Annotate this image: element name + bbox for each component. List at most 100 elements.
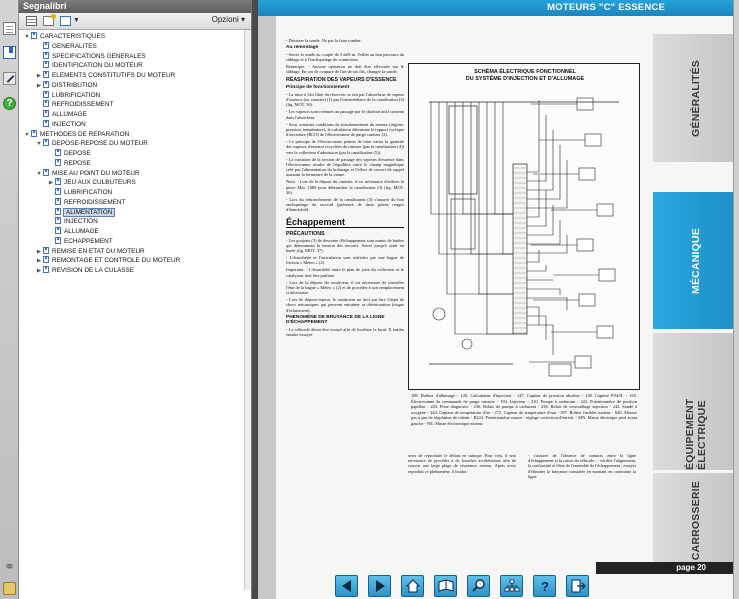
pdf-viewer-window: ? ⚭ Segnalibri ▼ Opzioni ▾ ▼ CARACTERISTI… xyxy=(0,0,739,599)
bookmark-item[interactable]: ▶ JEU AUX CULBUTEURS xyxy=(47,178,136,188)
expand-icon[interactable]: ▶ xyxy=(35,266,43,276)
bookmark-label: METHODES DE REPARATION xyxy=(40,130,130,138)
bookmark-label: CARACTERISTIQUES xyxy=(40,33,105,40)
pen-icon[interactable] xyxy=(3,72,16,85)
help-button[interactable]: ? xyxy=(533,575,556,597)
bookmark-item[interactable]: ALIMENTATION xyxy=(47,207,116,218)
expand-icon[interactable]: ▶ xyxy=(35,81,43,91)
bookmark-item[interactable]: REFROIDISSEMENT xyxy=(35,100,113,110)
expand-bookmark-icon[interactable] xyxy=(60,16,71,26)
bookmark-icon xyxy=(55,217,61,225)
wire xyxy=(527,160,568,209)
document-scrollbar[interactable] xyxy=(733,0,739,599)
section-tabs: GÉNÉRALITÉS MÉCANIQUE ÉQUIPEMENT ÉLECTRI… xyxy=(653,16,739,569)
bookmark-icon xyxy=(55,188,61,195)
body-paragraph: Important. - L'étanchéité entre le plan … xyxy=(286,267,404,278)
section-heading: RÉASPIRATION DES VAPEURS D'ESSENCE xyxy=(286,77,397,84)
bookmark-icon xyxy=(43,266,49,273)
previous-page-button[interactable] xyxy=(335,575,358,597)
expand-icon[interactable]: ▶ xyxy=(35,247,43,257)
bookmark-item[interactable]: REPOSE xyxy=(47,158,91,169)
exit-icon xyxy=(571,579,586,593)
bookmark-item[interactable]: IDENTIFICATION DU MOTEUR xyxy=(35,61,143,71)
expand-icon[interactable]: ▶ xyxy=(35,256,43,266)
collapse-icon[interactable]: ▼ xyxy=(35,139,43,149)
body-paragraph: - Le véhicule devra être essayé afin de … xyxy=(286,326,404,338)
bookmark-item[interactable]: ▶ DISTRIBUTION xyxy=(35,80,97,91)
bookmark-item[interactable]: LUBRIFICATION xyxy=(35,90,100,101)
bookmark-icon xyxy=(43,256,49,264)
chevron-down-icon[interactable]: ▼ xyxy=(73,17,80,24)
component-box xyxy=(576,97,594,111)
component-box xyxy=(596,325,614,339)
bookmark-item[interactable]: ▶ REMONTAGE ET CONTROLE DU MOTEUR xyxy=(35,256,180,266)
wire xyxy=(502,102,513,255)
tab-generalites-label: GÉNÉRALITÉS xyxy=(690,59,702,137)
bookmark-item[interactable]: ▶ ELEMENTS CONSTITUTIFS DU MOTEUR xyxy=(35,71,175,81)
tab-equipement-electrique[interactable]: ÉQUIPEMENT ÉLECTRIQUE xyxy=(653,333,739,470)
bookmark-item[interactable]: DEPOSE xyxy=(47,149,91,159)
bookmark-item[interactable]: ALLUMAGE xyxy=(35,110,87,120)
bookmark-label: REVISION DE LA CULASSE xyxy=(52,267,135,274)
exit-button[interactable] xyxy=(566,575,589,597)
document-page: MOTEURS "C" ESSENCE - Dévisser la sonde.… xyxy=(258,0,739,599)
search-button[interactable] xyxy=(467,575,490,597)
component-box xyxy=(578,293,596,307)
panel-title: Segnalibri xyxy=(19,0,251,13)
paperclip-icon[interactable]: ⚭ xyxy=(3,560,16,573)
wire xyxy=(527,324,554,355)
bookmark-item[interactable]: ECHAPPEMENT xyxy=(47,236,113,247)
panel-scrollbar[interactable] xyxy=(244,30,251,590)
next-page-button[interactable] xyxy=(368,575,391,597)
bookmarks-icon[interactable] xyxy=(3,46,16,59)
tab-generalites[interactable]: GÉNÉRALITÉS xyxy=(653,34,739,162)
home-icon xyxy=(405,579,420,593)
bookmarks-panel: Segnalibri ▼ Opzioni ▾ ▼ CARACTERISTIQUES… xyxy=(19,0,252,599)
component-box xyxy=(578,167,596,181)
bookmark-item[interactable]: ▼ METHODES DE REPARATION xyxy=(23,129,130,140)
body-paragraph: - Les goujons (3) de descente d'échappem… xyxy=(286,237,404,254)
page-header-band: MOTEURS "C" ESSENCE xyxy=(258,0,739,16)
bookmark-item[interactable]: INJECTION xyxy=(47,217,98,227)
bookmark-item[interactable]: ▶ REMISE EN ETAT DU MOTEUR xyxy=(35,246,145,257)
bookmark-item[interactable]: ▼ MISE AU POINT DU MOTEUR xyxy=(35,168,140,179)
wire xyxy=(527,205,554,236)
bookmark-icon xyxy=(55,197,61,205)
index-button[interactable] xyxy=(500,575,523,597)
arrow-right-icon xyxy=(375,580,385,592)
wire xyxy=(478,102,513,295)
pages-icon[interactable] xyxy=(3,22,16,35)
bookmark-item[interactable]: ALLUMAGE xyxy=(47,227,99,237)
collapse-icon[interactable]: ▼ xyxy=(23,32,31,42)
bookmark-item[interactable]: INJECTION xyxy=(35,119,86,130)
tab-mecanique[interactable]: MÉCANIQUE xyxy=(653,192,739,329)
bookmark-item[interactable]: GENERALITES xyxy=(35,41,97,52)
bookmark-item[interactable]: LUBRIFICATION xyxy=(47,188,112,198)
section-heading: Principe de fonctionnement xyxy=(286,85,350,91)
bookmark-label: REFROIDISSEMENT xyxy=(64,198,126,206)
bookmark-icon xyxy=(55,236,61,244)
bookmark-icon xyxy=(43,61,49,69)
new-bookmark-icon[interactable] xyxy=(43,14,56,26)
help-icon[interactable]: ? xyxy=(3,97,16,110)
bookmark-item[interactable]: ▶ REVISION DE LA CULASSE xyxy=(35,266,134,276)
bookmark-item[interactable]: REFROIDISSEMENT xyxy=(47,197,126,208)
contents-button[interactable] xyxy=(434,575,457,597)
collapse-icon[interactable]: ▼ xyxy=(23,130,31,140)
bookmark-label: ALLUMAGE xyxy=(64,228,99,235)
bookmark-item[interactable]: SPECIFICATIONS GENERALES xyxy=(35,51,146,62)
tab-carrosserie[interactable]: CARROSSERIE xyxy=(653,473,739,569)
expand-icon[interactable]: ▶ xyxy=(35,71,43,81)
delete-bookmark-icon[interactable] xyxy=(26,16,37,26)
bookmark-icon xyxy=(55,149,61,156)
bookmark-item[interactable]: ▼ DEPOSE-REPOSE DU MOTEUR xyxy=(35,139,148,149)
body-paragraph: - Serrer la sonde au couple de 3 daN.m. … xyxy=(286,51,404,62)
signature-icon[interactable] xyxy=(3,582,16,595)
bookmark-item[interactable]: ▼ CARACTERISTIQUES xyxy=(23,32,105,42)
bookmark-label: ELEMENTS CONSTITUTIFS DU MOTEUR xyxy=(52,72,176,79)
tab-equipement-label: ÉQUIPEMENT ÉLECTRIQUE xyxy=(684,398,708,470)
options-button[interactable]: Opzioni ▾ xyxy=(212,15,245,24)
home-button[interactable] xyxy=(401,575,424,597)
collapse-icon[interactable]: ▼ xyxy=(35,169,43,179)
expand-icon[interactable]: ▶ xyxy=(47,178,55,188)
